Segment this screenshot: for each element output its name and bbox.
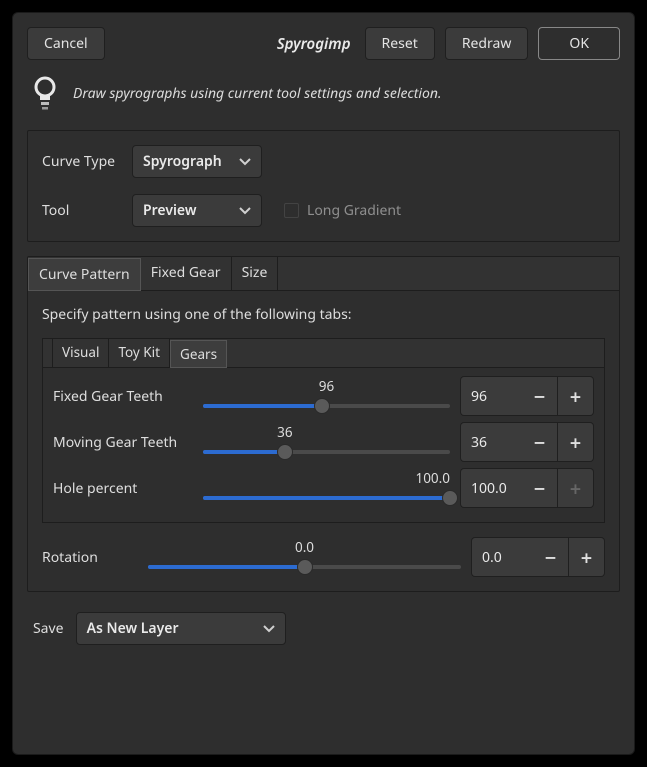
main-tabstrip: Curve Pattern Fixed Gear Size [28,257,619,291]
checkbox-box [284,203,299,218]
moving-gear-readout: 36 [277,423,292,441]
pattern-desc: Specify pattern using one of the followi… [42,305,605,324]
cancel-button[interactable]: Cancel [27,27,105,60]
save-value: As New Layer [87,619,251,638]
hole-percent-decr[interactable]: − [522,468,558,508]
tab-curve-pattern[interactable]: Curve Pattern [28,258,141,291]
fixed-gear-readout: 96 [319,377,334,395]
curve-type-combo[interactable]: Spyrograph [132,145,262,178]
hole-percent-slider[interactable] [203,489,450,507]
dialog-title: Spyrogimp [115,34,355,54]
rotation-incr[interactable]: + [569,537,605,577]
moving-gear-slider[interactable] [203,443,450,461]
save-combo[interactable]: As New Layer [76,612,286,645]
chevron-down-icon [263,625,275,633]
inner-tab-spacer [43,339,53,367]
tool-value: Preview [143,201,227,220]
hole-percent-readout: 100.0 [415,469,450,487]
tab-gears[interactable]: Gears [170,340,227,368]
fixed-gear-incr[interactable]: + [558,376,594,416]
moving-gear-label: Moving Gear Teeth [53,433,193,452]
long-gradient-checkbox[interactable]: Long Gradient [284,201,401,220]
fixed-gear-input[interactable] [460,376,522,416]
hole-percent-label: Hole percent [53,479,193,498]
tab-size[interactable]: Size [232,257,279,290]
fixed-gear-decr[interactable]: − [522,376,558,416]
fixed-gear-slider[interactable] [203,397,450,415]
chevron-down-icon [239,207,251,215]
moving-gear-input[interactable] [460,422,522,462]
curve-type-value: Spyrograph [143,152,227,171]
lightbulb-icon [31,76,59,110]
chevron-down-icon [239,158,251,166]
reset-button[interactable]: Reset [365,27,435,60]
tab-visual[interactable]: Visual [53,339,109,367]
curve-type-label: Curve Type [42,152,120,171]
tab-fixed-gear[interactable]: Fixed Gear [141,257,232,290]
rotation-slider[interactable] [148,558,461,576]
redraw-button[interactable]: Redraw [445,27,529,60]
moving-gear-incr[interactable]: + [558,422,594,462]
hole-percent-input[interactable] [460,468,522,508]
inner-tabstrip: Visual Toy Kit Gears [43,339,604,368]
rotation-readout: 0.0 [295,538,314,556]
hint-text: Draw spyrographs using current tool sett… [73,84,442,103]
save-label: Save [33,619,64,638]
long-gradient-label: Long Gradient [307,201,401,220]
rotation-input[interactable] [471,537,533,577]
ok-button[interactable]: OK [538,27,620,60]
rotation-decr[interactable]: − [533,537,569,577]
tool-combo[interactable]: Preview [132,194,262,227]
rotation-label: Rotation [42,548,138,567]
tab-toy-kit[interactable]: Toy Kit [109,339,170,367]
fixed-gear-label: Fixed Gear Teeth [53,387,193,406]
tool-label: Tool [42,201,120,220]
moving-gear-decr[interactable]: − [522,422,558,462]
hole-percent-incr: + [558,468,594,508]
